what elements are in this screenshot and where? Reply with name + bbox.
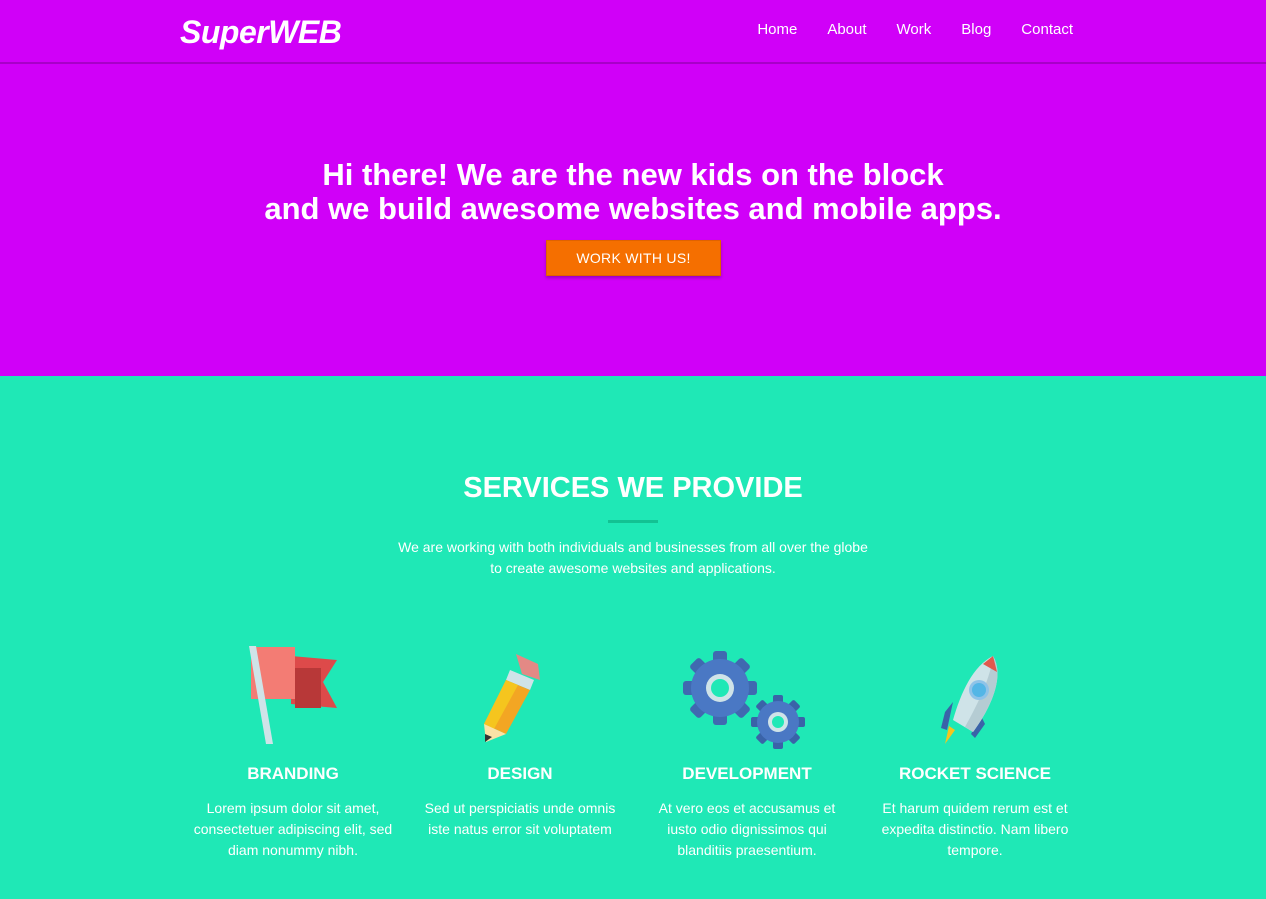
- nav-link-blog[interactable]: Blog: [961, 21, 991, 38]
- hero-section: Hi there! We are the new kids on the blo…: [0, 64, 1266, 376]
- service-title: DESIGN: [487, 764, 553, 783]
- service-description: At vero eos et accusamus et iusto odio d…: [658, 800, 836, 858]
- services-section: SERVICES WE PROVIDE We are working with …: [0, 376, 1266, 899]
- service-card-rocket-science: ROCKET SCIENCE Et harum quidem rerum est…: [870, 646, 1080, 861]
- nav-link-about[interactable]: About: [827, 21, 866, 38]
- services-intro-line-1: We are working with both individuals and…: [398, 539, 868, 555]
- work-with-us-button[interactable]: WORK WITH US!: [546, 240, 721, 276]
- pencil-icon: [415, 646, 625, 758]
- gears-icon: [642, 646, 852, 758]
- rocket-icon: [870, 646, 1080, 758]
- service-card-development: DEVELOPMENT At vero eos et accusamus et …: [642, 646, 852, 861]
- service-description: Lorem ipsum dolor sit amet, consectetuer…: [193, 800, 393, 858]
- services-intro-line-2: to create awesome websites and applicati…: [490, 560, 776, 576]
- nav-link-work[interactable]: Work: [897, 21, 932, 38]
- hero-headline-line-2: and we build awesome websites and mobile…: [264, 191, 1002, 226]
- services-intro: We are working with both individuals and…: [383, 537, 883, 579]
- service-card-branding: BRANDING Lorem ipsum dolor sit amet, con…: [188, 646, 398, 861]
- service-title: BRANDING: [247, 764, 339, 783]
- nav-link-contact[interactable]: Contact: [1021, 21, 1073, 38]
- services-title: SERVICES WE PROVIDE: [463, 472, 803, 504]
- service-title: ROCKET SCIENCE: [898, 764, 1052, 783]
- service-card-design: DESIGN Sed ut perspiciatis unde omnis is…: [415, 646, 625, 840]
- title-divider: [608, 520, 658, 523]
- top-navbar: SuperWEB Home About Work Blog Contact: [0, 0, 1266, 64]
- site-logo[interactable]: SuperWEB: [180, 14, 342, 51]
- service-description: Et harum quidem rerum est et expedita di…: [881, 800, 1069, 858]
- main-nav: Home About Work Blog Contact: [757, 21, 1073, 38]
- service-title: DEVELOPMENT: [682, 764, 812, 783]
- nav-link-home[interactable]: Home: [757, 21, 797, 38]
- hero-headline-line-1: Hi there! We are the new kids on the blo…: [322, 157, 944, 192]
- hero-headline: Hi there! We are the new kids on the blo…: [0, 158, 1266, 226]
- flag-icon: [188, 646, 398, 758]
- service-description: Sed ut perspiciatis unde omnis iste natu…: [424, 800, 616, 837]
